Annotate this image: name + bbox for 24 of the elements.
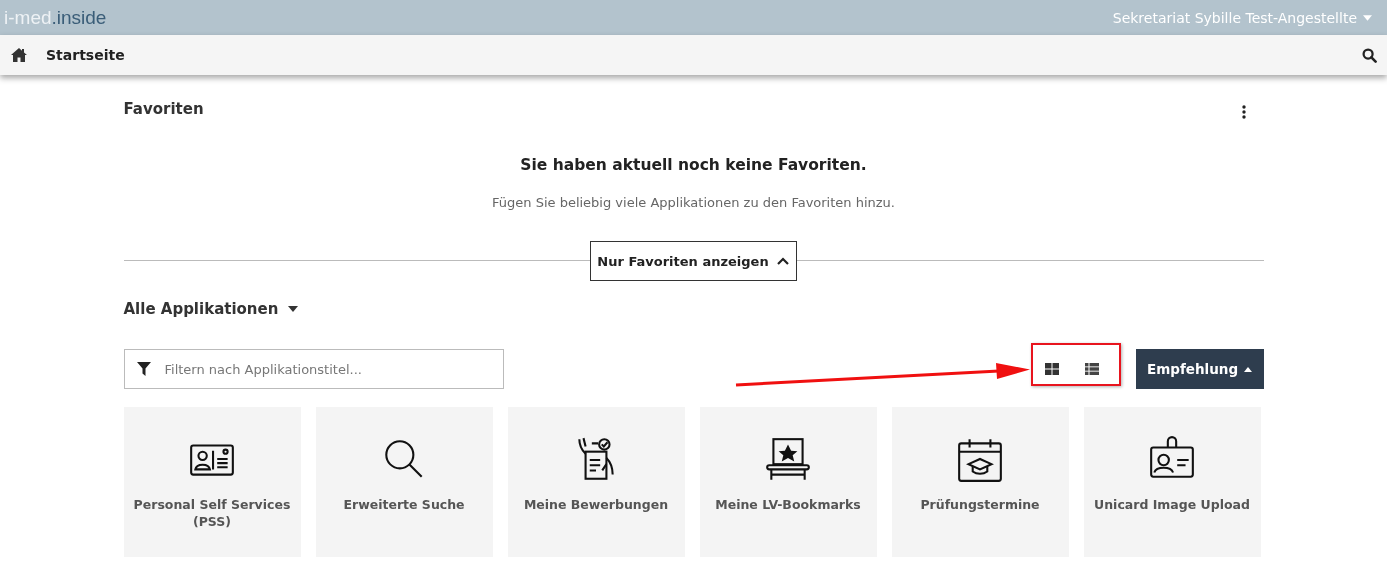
- application-tile[interactable]: Personal Self Services (PSS): [123, 407, 301, 557]
- home-icon[interactable]: [11, 48, 27, 62]
- application-tile[interactable]: Prüfungstermine: [891, 407, 1069, 557]
- more-options-icon[interactable]: [1241, 105, 1246, 119]
- application-tile[interactable]: Meine LV-Bookmarks: [699, 407, 877, 557]
- filter-icon: [136, 362, 151, 376]
- empty-state-text: Fügen Sie beliebig viele Applikationen zu den Favoriten hinzu.: [491, 195, 896, 210]
- logo[interactable]: i-med.inside: [4, 6, 107, 29]
- chevron-up-icon: [776, 257, 789, 265]
- application-tile[interactable]: Meine Bewerbungen: [507, 407, 685, 557]
- caret-icon: [1244, 366, 1253, 372]
- grid-view-icon[interactable]: [1044, 363, 1059, 375]
- caret-icon: [288, 306, 299, 312]
- section-title: Favoriten: [123, 100, 204, 118]
- show-favorites-button[interactable]: Nur Favoriten anzeigen: [589, 241, 797, 281]
- application-tile[interactable]: Erweiterte Suche: [315, 407, 493, 557]
- empty-state-title: Sie haben aktuell noch keine Favoriten.: [519, 156, 868, 174]
- filter-field[interactable]: Filtern nach Applikationstitel...: [123, 349, 504, 389]
- search-icon[interactable]: [1362, 47, 1377, 63]
- applications-dropdown[interactable]: Alle Applikationen: [123, 300, 299, 318]
- application-tile[interactable]: Unicard Image Upload: [1083, 407, 1261, 557]
- caret-icon: [1363, 14, 1372, 21]
- sort-button[interactable]: Empfehlung: [1135, 349, 1264, 389]
- list-view-icon[interactable]: [1084, 363, 1099, 375]
